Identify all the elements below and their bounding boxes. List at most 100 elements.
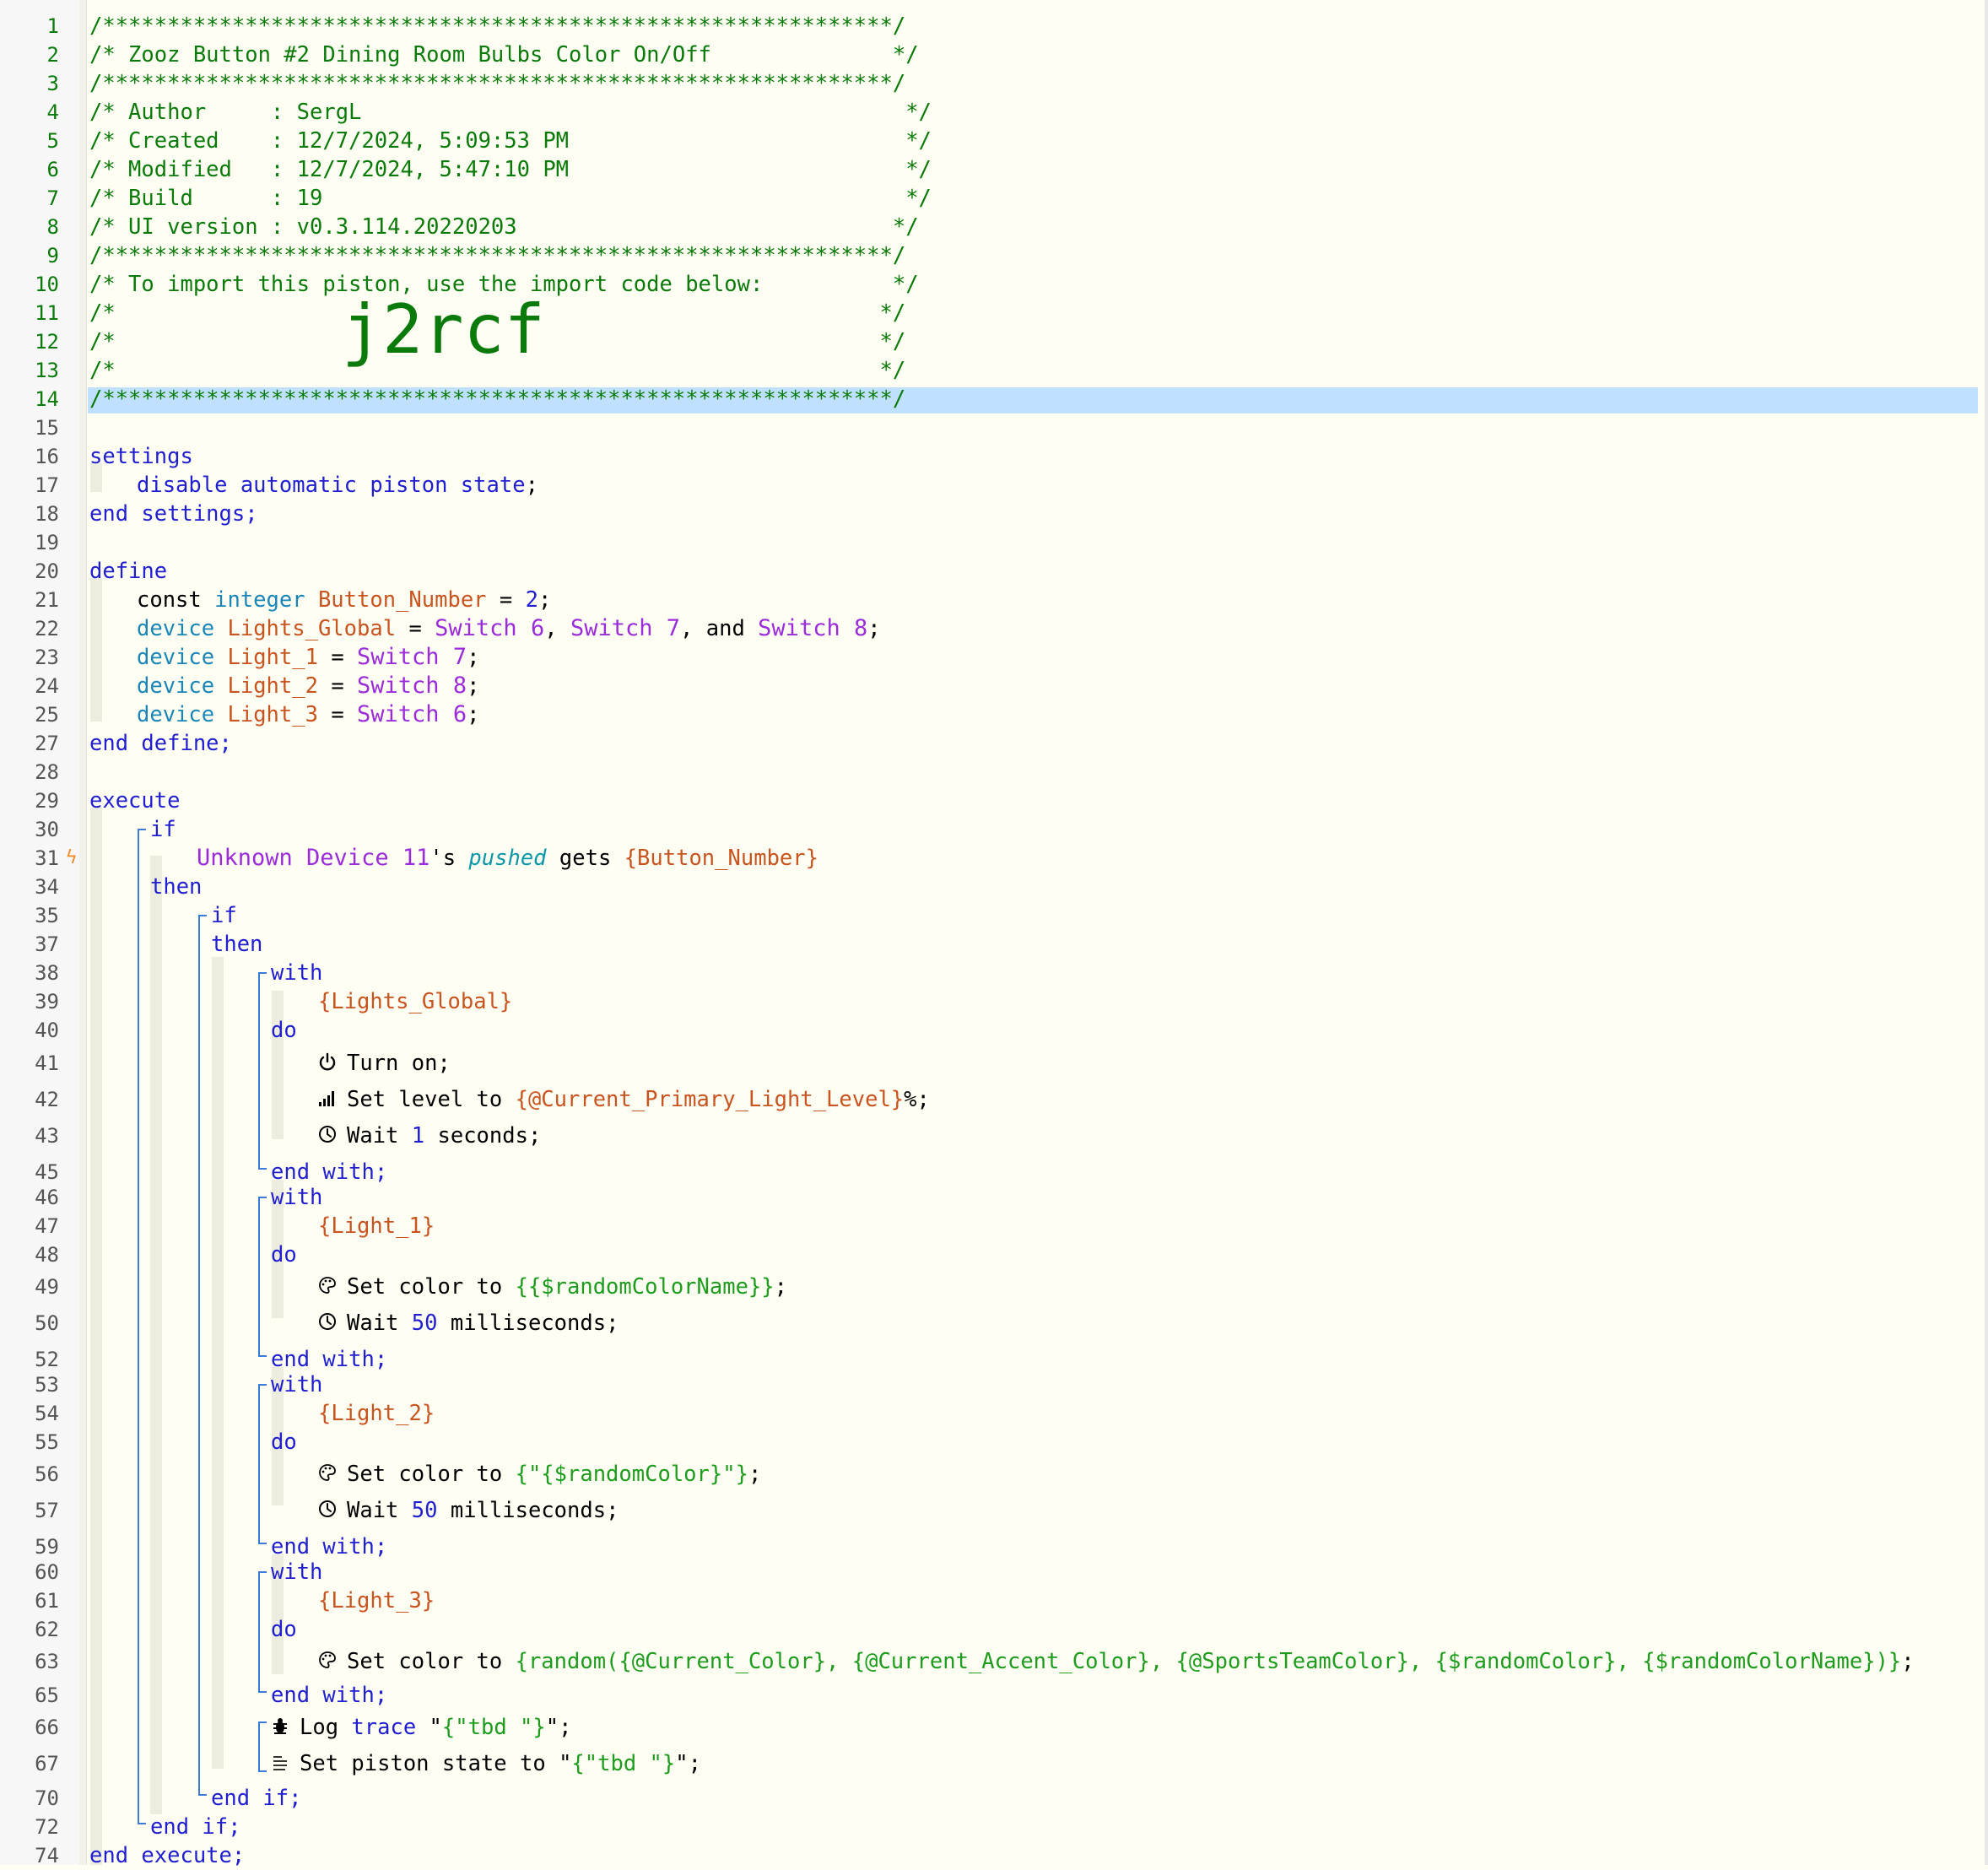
with-keyword[interactable]: with (271, 1558, 322, 1586)
wait-statement[interactable]: Wait 50 milliseconds; (318, 1496, 619, 1525)
palette-icon (318, 1463, 337, 1482)
line-number: 27 (35, 732, 59, 755)
switch-8: 8 (853, 615, 868, 641)
quote-semicolon: "; (675, 1751, 701, 1776)
import-code[interactable]: j2rcf (342, 292, 545, 368)
line-number: 17 (35, 473, 59, 497)
with-keyword[interactable]: with (271, 1183, 322, 1212)
line-number: 24 (35, 674, 59, 698)
level-bars-icon (318, 1089, 337, 1107)
with-keyword[interactable]: with (271, 959, 322, 987)
header-border: /***************************************… (89, 386, 906, 412)
light-1-expr: {Light_1} (318, 1213, 435, 1239)
switch-device: Switch 7 (357, 644, 467, 670)
line-number: 13 (35, 359, 59, 382)
set-level-statement[interactable]: Set level to {@Current_Primary_Light_Lev… (318, 1085, 930, 1114)
equals: = (408, 616, 422, 641)
statement-group-bar (258, 1721, 260, 1772)
line-number: 54 (35, 1402, 59, 1425)
set-color-text: Set color to (347, 1274, 503, 1300)
switch-8: 8 (452, 673, 467, 699)
light-3-expr: {Light_3} (318, 1588, 435, 1613)
palette-icon (318, 1651, 337, 1669)
and-keyword: and (705, 616, 745, 641)
switch-6: 6 (452, 701, 467, 727)
button-number-var: Button_Number (317, 587, 487, 613)
end-inner-if: end if; (211, 1786, 302, 1811)
line-number: 8 (46, 215, 59, 239)
switch-label: Switch (758, 615, 840, 641)
do-keyword[interactable]: do (271, 1428, 297, 1457)
line-number: 23 (35, 646, 59, 669)
log-keyword: Log (300, 1715, 339, 1740)
line-number: 21 (35, 588, 59, 612)
indent-shade (212, 957, 224, 1769)
end-with: end with; (271, 1159, 388, 1185)
log-statement[interactable]: Log trace "{"tbd "}"; (271, 1713, 571, 1742)
with-block-bar-bottom (258, 1168, 267, 1170)
set-piston-state-statement[interactable]: Set piston state to "{"tbd "}"; (271, 1749, 701, 1778)
switch-label: Switch (357, 644, 440, 670)
header-build: /* Build : 19 */ (89, 186, 932, 211)
with-block-bar-top (258, 1571, 267, 1573)
device-lights-global[interactable]: device Lights_Global = Switch 6, Switch … (137, 614, 881, 643)
power-icon (318, 1052, 337, 1071)
with-block-bar-bottom (258, 1355, 267, 1357)
milliseconds-unit: milliseconds; (450, 1311, 619, 1336)
define-keyword[interactable]: define (89, 557, 167, 586)
line-number: 46 (35, 1186, 59, 1209)
inner-if-keyword[interactable]: if (211, 901, 237, 930)
execute-keyword[interactable]: execute (89, 786, 180, 815)
set-color-statement[interactable]: Set color to {"{$randomColor}"}; (318, 1460, 761, 1489)
set-color-statement[interactable]: Set color to {{$randomColorName}}; (318, 1273, 787, 1301)
do-keyword[interactable]: do (271, 1016, 297, 1045)
wait-statement[interactable]: Wait 1 seconds; (318, 1121, 541, 1150)
line-number: 42 (35, 1088, 59, 1111)
device-light-1[interactable]: device Light_1 = Switch 7; (137, 643, 479, 672)
light-2-var: Light_2 (227, 673, 318, 699)
const-button-number[interactable]: const integer Button_Number = 2; (137, 586, 551, 614)
light-1-var: Light_1 (227, 645, 318, 670)
line-number: 67 (35, 1752, 59, 1775)
trigger-condition[interactable]: Unknown Device 11's pushed gets {Button_… (197, 844, 818, 873)
turn-on-statement[interactable]: Turn on; (318, 1049, 451, 1078)
color-expr: {{$randomColorName}} (515, 1274, 775, 1300)
settings-keyword[interactable]: settings (89, 442, 193, 471)
integer-type: integer (214, 587, 305, 613)
wait-statement[interactable]: Wait 50 milliseconds; (318, 1309, 619, 1338)
comma: , (680, 616, 694, 641)
lights-global-expr: {Lights_Global} (318, 989, 513, 1014)
line-number: 9 (46, 244, 59, 268)
window-right-edge (1985, 0, 1988, 1865)
header-border: /***************************************… (89, 71, 906, 96)
line-number: 65 (35, 1684, 59, 1707)
const-keyword: const (137, 587, 202, 613)
line-number: 16 (35, 445, 59, 468)
if-block-bar-top (138, 829, 146, 830)
line-number: 43 (35, 1124, 59, 1148)
switch-device: Switch 6 (435, 615, 544, 641)
line-number: 40 (35, 1019, 59, 1042)
settings-statement[interactable]: disable automatic piston state; (137, 471, 538, 500)
with-keyword[interactable]: with (271, 1370, 322, 1399)
end-execute: end execute; (89, 1843, 246, 1868)
inner-then-keyword[interactable]: then (211, 930, 262, 959)
set-color-statement[interactable]: Set color to {random({@Current_Color}, {… (318, 1647, 1915, 1676)
device-type: device (137, 702, 215, 727)
if-block-bar (138, 829, 139, 1824)
device-light-3[interactable]: device Light_3 = Switch 6; (137, 700, 479, 729)
do-keyword[interactable]: do (271, 1240, 297, 1269)
light-3-var: Light_3 (227, 702, 318, 727)
device-light-2[interactable]: device Light_2 = Switch 8; (137, 672, 479, 700)
then-keyword[interactable]: then (150, 873, 202, 901)
do-keyword[interactable]: do (271, 1615, 297, 1644)
line-number: 45 (35, 1160, 59, 1184)
if-keyword[interactable]: if (150, 815, 176, 844)
line-number: 11 (35, 301, 59, 325)
line-number: 63 (35, 1650, 59, 1673)
percent-semicolon: %; (904, 1087, 930, 1112)
indent-shade (90, 808, 102, 1865)
state-lines-icon (271, 1753, 289, 1771)
inner-if-block-bar (198, 915, 200, 1796)
line-number: 1 (46, 14, 59, 38)
